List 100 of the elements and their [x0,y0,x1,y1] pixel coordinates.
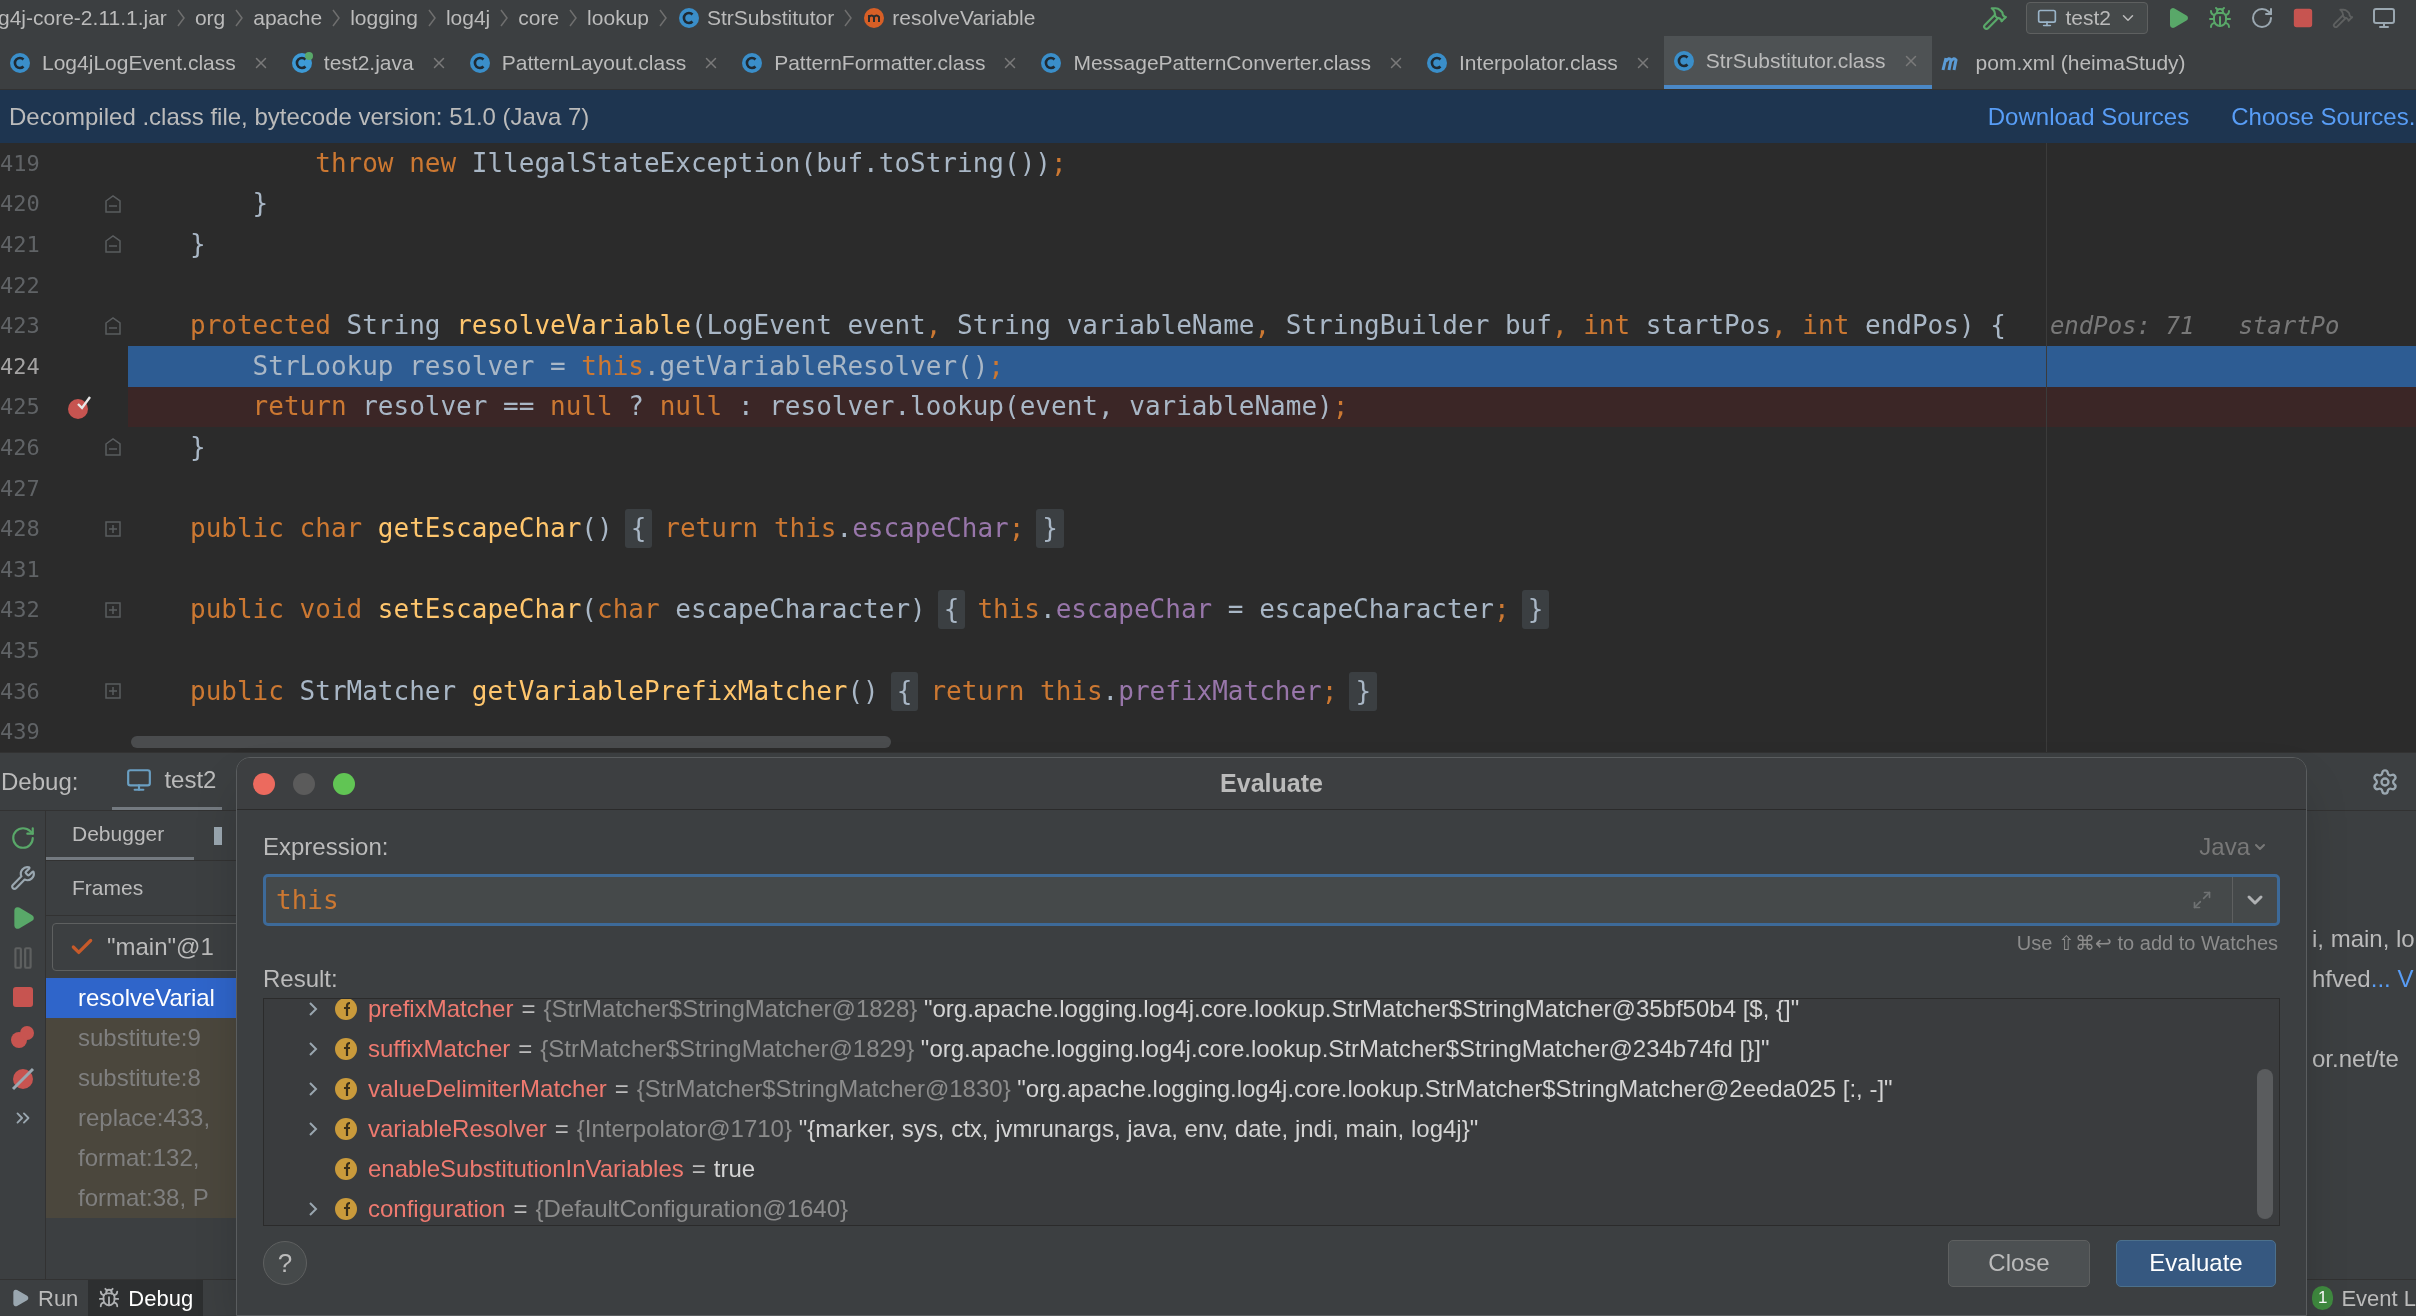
breadcrumb-item[interactable]: log4j [445,2,491,34]
fold-icon[interactable] [105,438,121,457]
chevron-icon [235,9,244,27]
editor-tab[interactable]: MessagePatternConverter.class [1031,36,1418,89]
unfold-icon[interactable] [105,601,121,618]
coverage-icon[interactable] [2250,6,2274,30]
field-icon [334,1117,358,1141]
rerun-icon[interactable] [9,825,36,851]
wrench-icon[interactable] [9,865,36,891]
console-tab-icon[interactable] [214,826,223,845]
fold-icon[interactable] [105,235,121,254]
line-number: 436 [0,677,40,706]
frames-header: Frames [71,875,144,902]
debug-icon[interactable] [2208,6,2232,30]
watches-hint: Use ⇧⌘↩ to add to Watches [2016,931,2279,956]
variable-row[interactable]: valueDelimiterMatcher = {StrMatcher$StringMatcher@1830} "org.apache.logging.log4j.core.lookup.StrMatcher$StringMatcher@2eeda025 [:, -]" [368,1071,1893,1107]
line-number: 420 [0,190,40,219]
field-icon [334,1077,358,1101]
minimize-window-button[interactable] [293,772,315,795]
settings-icon[interactable] [2371,767,2399,796]
run-config-selector[interactable]: test2 [2026,2,2148,34]
line-number: 419 [0,149,40,178]
breadcrumb-item[interactable]: apache [253,2,323,34]
editor-tab[interactable]: PatternFormatter.class [732,36,1032,89]
code-line: } [189,228,207,261]
variable-value: i, main, lo [2312,924,2415,954]
zoom-window-button[interactable] [333,772,355,795]
line-number: 425 [0,393,40,422]
debugger-tab[interactable]: Debugger [46,811,195,860]
variable-row[interactable]: enableSubstitutionInVariables = true [368,1151,756,1187]
stop-icon[interactable] [2292,7,2314,29]
breadcrumb-item[interactable]: resolveVariable [892,2,1036,34]
breadcrumb-item[interactable]: StrSubstitutor [707,2,835,34]
java-class-icon [289,50,314,75]
code-line: } [189,430,207,464]
vertical-scrollbar[interactable] [2257,1069,2273,1219]
editor-tab[interactable]: Log4jLogEvent.class [0,36,282,89]
event-log-button[interactable]: 1 Event L [2312,1281,2416,1315]
build-icon[interactable] [1982,5,2009,31]
variable-value: hfved [2312,964,2371,994]
variable-row[interactable]: prefixMatcher = {StrMatcher$StringMatcher@1828} "org.apache.logging.log4j.core.lookup.StrMatcher$StringMatcher@35bf50b4 [$, {]" [368,999,1800,1027]
class-icon [740,50,765,75]
method-icon [862,6,887,30]
breadcrumb-item[interactable]: logging [350,2,418,34]
chevron-icon [176,9,185,27]
field-icon [334,1157,358,1181]
class-icon [1425,50,1450,75]
fold-icon[interactable] [105,194,121,213]
banner-link[interactable]: Download Sources [1987,98,2190,135]
session-tab[interactable]: test2 [112,753,223,810]
unfold-icon[interactable] [105,520,121,537]
chevron-icon [332,9,341,27]
chevron-icon [500,9,509,27]
view-link[interactable]: ... V [2370,961,2414,997]
run-config-name: test2 [2065,5,2111,32]
editor-tab[interactable]: pom.xml (heimaStudy) [1931,36,2198,89]
fold-icon[interactable] [105,316,121,335]
line-number: 432 [0,596,40,625]
expand-icon[interactable] [2192,890,2212,910]
variable-row[interactable]: configuration = {DefaultConfiguration@1640} [368,1191,849,1225]
breakpoints-icon[interactable] [8,1023,37,1051]
horizontal-scrollbar[interactable] [131,736,891,748]
chevron-icon [427,9,436,27]
close-window-button[interactable] [253,772,275,795]
line-number: 435 [0,636,40,665]
chevron-icon [659,9,667,27]
line-number: 431 [0,555,40,584]
variable-row[interactable]: suffixMatcher = {StrMatcher$StringMatcher@1829} "org.apache.logging.log4j.core.lookup.StrMatcher$StringMatcher@234b74fd [}]" [368,1031,1770,1067]
code-line: protected String resolveVariable(LogEvent event, String variableName, StringBuilder buf, int startPos, int endPos) { endPos: 71 startPo [189,309,2341,343]
line-number: 423 [0,312,40,341]
breadcrumb-item[interactable]: lookup [587,2,649,34]
tool-window-button[interactable]: Run [0,1280,89,1316]
field-icon [334,1037,358,1061]
editor-tab[interactable]: Interpolator.class [1417,36,1664,89]
notification-count: 1 [2312,1286,2334,1310]
class-icon [1671,48,1696,73]
dialog-button[interactable]: Evaluate [2116,1239,2276,1287]
dialog-button[interactable]: Close [1948,1239,2090,1287]
banner-link[interactable]: Choose Sources.. [2231,98,2416,135]
stop-icon[interactable] [10,985,35,1009]
line-number: 424 [0,352,40,381]
editor-tab[interactable]: PatternLayout.class [459,36,733,89]
help-button[interactable]: ? [263,1241,307,1285]
breadcrumb-item[interactable]: core [518,2,560,34]
chevron-icon [844,9,853,27]
breadcrumb-item[interactable]: org [194,2,226,34]
bug-icon [98,1287,121,1309]
layout-icon[interactable] [2372,6,2396,30]
line-number: 439 [0,718,40,747]
code-line: public char getEscapeChar() { return this.escapeChar; } [128,508,2416,549]
variable-row[interactable]: variableResolver = {Interpolator@1710} "{marker, sys, ctx, jvmrunargs, java, env, date, jndi, main, log4j}" [368,1111,1479,1147]
dialog-title: Evaluate [1220,767,1323,799]
editor-tab[interactable]: StrSubstitutor.class [1663,36,1932,89]
tool-window-button[interactable]: Debug [88,1280,204,1316]
editor-tab[interactable]: test2.java [281,36,460,89]
field-icon [334,999,358,1021]
tool-icon[interactable] [2332,7,2354,29]
unfold-icon[interactable] [105,683,121,699]
banner-message: Decompiled .class file, bytecode version: 51.0 (Java 7) [9,101,590,132]
line-number: 421 [0,231,40,259]
